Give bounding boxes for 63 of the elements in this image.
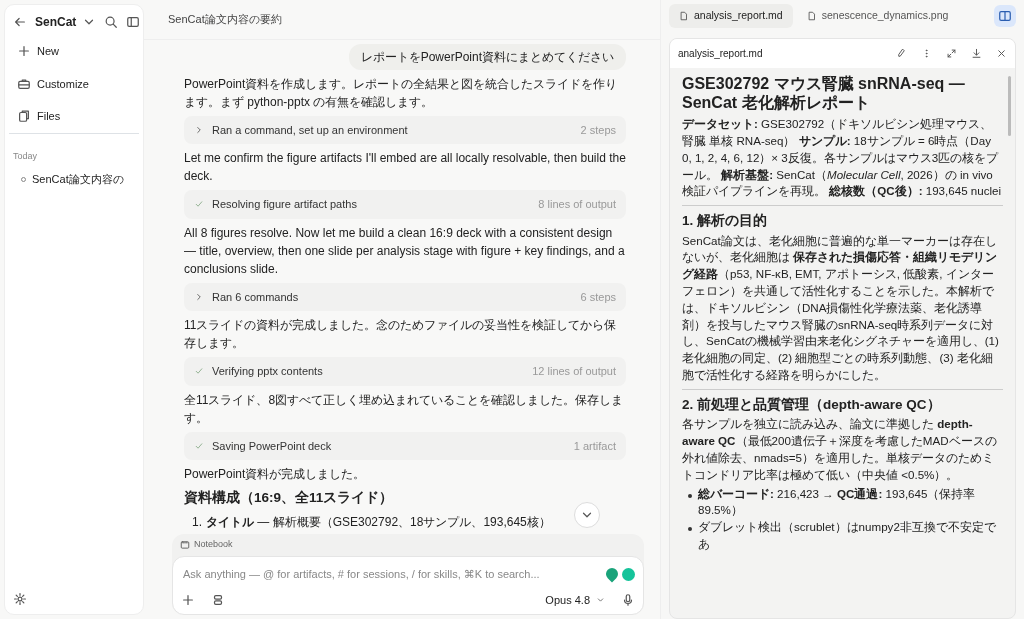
nav-item[interactable]: New	[17, 43, 131, 60]
section-heading: 1. 解析の目的	[682, 212, 768, 231]
back-arrow-icon	[13, 15, 27, 29]
download-icon[interactable]	[971, 47, 982, 59]
search-icon[interactable]	[104, 15, 119, 29]
plus-icon	[17, 44, 31, 59]
split-view-button[interactable]	[994, 4, 1016, 27]
sidebar-toggle-icon[interactable]	[126, 15, 141, 29]
settings-icon[interactable]	[13, 591, 27, 606]
paragraph: 各サンプルを独立に読み込み、論文に準拠した depth-aware QC（最低200遺伝子＋深度を考慮したMADベースの外れ値除去、nmads=5）を適用した。単核データのためミトコンドリア比率は極めて低い（中央値 <0.5%）。	[682, 416, 998, 483]
tool-step-row[interactable]: Resolving figure artifact paths 8 lines of output	[184, 190, 626, 219]
document-heading: GSE302792 マウス腎臓 snRNA-seq — SenCat 老化解析レポート	[682, 73, 966, 113]
paragraph: データセット: GSE302792（ドキソルビシン処理マウス、腎臓 単核 RNA-seq） サンプル: 18サンプル = 6時点（Day 0, 1, 2, 4, 6, 12）× 3反復。各サンプルはマウス3匹の核をプール。 解析基盤: SenCat（Molecular Cell, 2026）の in vivo 検証パイプラインを再現。 総核数（QC後）: 193,645 nuclei	[682, 116, 1003, 200]
microphone-icon[interactable]	[621, 592, 635, 607]
message-field[interactable]: Ask anything — @ for artifacts, # for sessions, / for skills, ⌘K to search... Opus 4.8	[172, 556, 644, 615]
assistant-message: All 8 figures resolve. Now let me build a clean 16:9 deck with a consistent design — title, overview, then one slide per analysis stage with figure + key findings, and a conclusions slide.	[184, 224, 626, 278]
close-icon[interactable]	[996, 47, 1007, 59]
list-item-text: タイトル — 解析概要（GSE302792、18サンプル、193,645核）	[206, 514, 551, 530]
message-input[interactable]: Ask anything — @ for artifacts, # for sessions, / for skills, ⌘K to search...	[181, 565, 598, 584]
section-heading: 2. 前処理と品質管理（depth-aware QC）	[682, 395, 942, 414]
assistant-message: PowerPoint資料が完成しました。	[184, 466, 367, 483]
tool-step-meta: 6 steps	[580, 289, 616, 305]
assistant-message: PowerPoint資料を作成します。レポートの全結果と図を統合したスライドを作ります。まず python-pptx の有無を確認します。	[184, 75, 619, 111]
assistant-message: Let me confirm the figure artifacts I'll embed are all locally resolvable, then build the deck.	[184, 150, 626, 185]
back-button[interactable]	[13, 15, 27, 29]
session-item[interactable]: SenCat論文内容の	[5, 171, 143, 188]
split-view-icon	[998, 8, 1012, 23]
bullet-icon	[688, 527, 692, 532]
assistant-message: 全11スライド、8図すべて正しく埋め込まれていることを確認しました。保存します。	[184, 391, 625, 427]
chat-title: SenCat論文内容の要約	[168, 13, 282, 25]
tool-step-row[interactable]: Verifying pptx contents 12 lines of output	[184, 357, 626, 386]
user-message: レポートをPowerPoint資料にまとめてください	[348, 43, 626, 70]
tool-step-row[interactable]: Ran 6 commands 6 steps	[184, 282, 626, 311]
assistant-message: 11スライドの資料が完成しました。念のためファイルの妥当性を検証してから保存します。	[184, 317, 618, 352]
file-tab[interactable]: senescence_dynamics.png	[796, 4, 959, 28]
notebook-icon	[180, 538, 190, 552]
model-selector[interactable]: Opus 4.8	[545, 591, 605, 608]
plus-icon[interactable]	[181, 592, 195, 607]
g-logo-icon	[622, 567, 635, 581]
tool-step-meta: 1 artifact	[573, 438, 616, 454]
section-label: Today	[13, 150, 38, 161]
nav-item[interactable]: Customize	[17, 75, 131, 92]
paragraph: SenCat論文は、老化細胞に普遍的な単一マーカーは存在しないが、老化細胞は 保存された損傷応答・組織リモデリング経路（p53, NF-κB, EMT, アポトーシス, 低酸素, インターフェロン）を共通して活性化することを示した。本解析では、ドキソルビシン（DNA損傷性化学療法薬、老化誘導剤）を投与したマウス腎臓のsnRNA-seq時系列データに対し、SenCatの機械学習由来老化シグネチャーを適用し、(1) 老化細胞の同定、(2) 細胞型ごとの時系列動態、(3) 老化細胞で活性化する経路を明らかにした。	[682, 232, 1000, 384]
tool-step-row[interactable]: Ran a command, set up an environment 2 steps	[184, 115, 626, 144]
tool-step-meta: 12 lines of output	[532, 364, 616, 379]
list-item-text: ダブレット検出（scrublet）はnumpy2非互換で不安定であ	[698, 519, 997, 552]
context-label: Notebook	[194, 538, 233, 552]
tool-step-meta: 2 steps	[580, 122, 616, 138]
nav-item[interactable]: Files	[17, 108, 131, 125]
bullet-icon	[688, 493, 692, 498]
app-menu-button[interactable]: SenCat	[35, 13, 97, 31]
tool-step-meta: 8 lines of output	[538, 197, 616, 212]
document-title: analysis_report.md	[678, 46, 763, 61]
briefcase-icon	[17, 76, 31, 91]
section-heading: 資料構成（16:9、全11スライド）	[184, 489, 394, 507]
tool-step-row[interactable]: Saving PowerPoint deck 1 artifact	[184, 431, 626, 460]
expand-icon[interactable]	[946, 47, 957, 59]
file-tab[interactable]: analysis_report.md	[669, 4, 793, 28]
files-icon	[17, 109, 31, 124]
list-number: 1.	[192, 514, 202, 530]
edit-icon[interactable]	[896, 47, 907, 59]
list-item-text: 総バーコード: 216,423 → QC通過: 193,645（保持率 89.5%）	[698, 485, 977, 519]
tools-icon[interactable]	[211, 592, 225, 607]
